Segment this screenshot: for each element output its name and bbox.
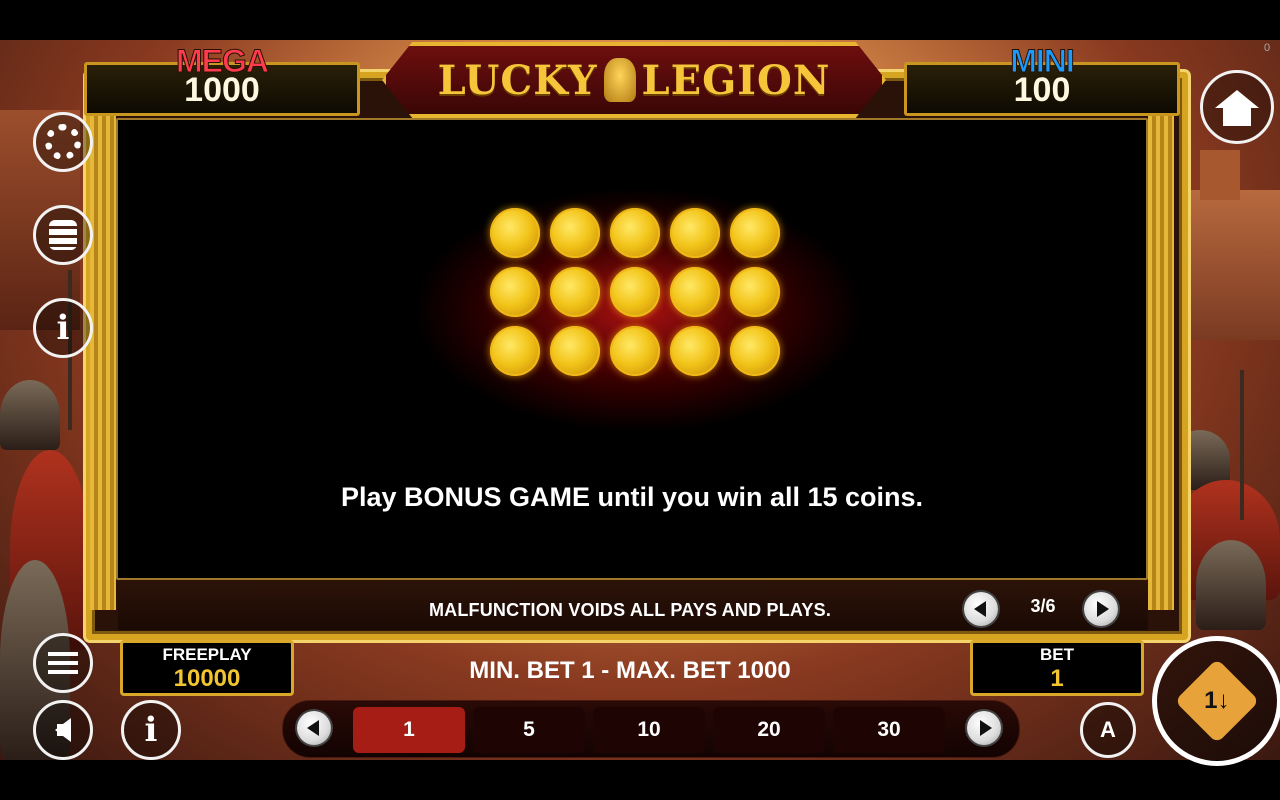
- menu-button[interactable]: [33, 633, 93, 693]
- bet-stack-button[interactable]: [33, 205, 93, 265]
- malfunction-disclaimer: MALFUNCTION VOIDS ALL PAYS AND PLAYS.: [428, 600, 832, 620]
- bet-option[interactable]: 1: [353, 707, 465, 753]
- frame-pillar-left: [90, 90, 116, 610]
- help-dialog: Play BONUS GAME until you win all 15 coi…: [116, 118, 1148, 580]
- coin-icon: [490, 326, 540, 376]
- frame-pillar-right: [1148, 90, 1174, 610]
- background-spear: [1240, 370, 1244, 520]
- freeplay-panel: FREEPLAY 10000: [120, 640, 294, 696]
- home-icon: [1215, 90, 1259, 126]
- paytable-info-button[interactable]: i: [121, 700, 181, 760]
- coin-icon: [490, 267, 540, 317]
- logo-text-right: LEGION: [641, 56, 831, 104]
- coin-icon: [610, 208, 660, 258]
- spin-button[interactable]: 1↓: [1152, 636, 1280, 766]
- game-logo: LUCKY LEGION: [382, 42, 886, 118]
- coin-icon: [730, 326, 780, 376]
- freeplay-value: 10000: [173, 665, 241, 692]
- eagle-icon: [603, 58, 636, 102]
- help-description: Play BONUS GAME until you win all 15 coi…: [340, 482, 924, 512]
- coin-icon: [670, 326, 720, 376]
- home-button[interactable]: [1200, 70, 1274, 144]
- bet-option[interactable]: 30: [833, 707, 945, 753]
- coin-icon: [730, 208, 780, 258]
- spin-icon: 1↓: [1174, 658, 1260, 744]
- bet-value: 1: [1050, 665, 1064, 692]
- autoplay-icon: A: [1100, 717, 1116, 742]
- logo-text-left: LUCKY: [437, 56, 598, 104]
- chevron-left-icon: [973, 601, 986, 617]
- coin-icon: [490, 208, 540, 258]
- autoplay-button[interactable]: A: [1080, 702, 1136, 758]
- menu-icon: [48, 652, 78, 674]
- chevron-left-icon: [306, 720, 319, 736]
- coin-icon: [670, 208, 720, 258]
- chevron-right-icon: [979, 720, 992, 736]
- bet-next-button[interactable]: [967, 711, 1001, 745]
- help-page-navigation: 3/6: [962, 590, 1124, 628]
- bet-selector: 1 5 10 20 30: [282, 700, 1020, 758]
- coin-icon: [610, 326, 660, 376]
- coin-icon: [730, 267, 780, 317]
- info-icon: i: [144, 710, 158, 750]
- prev-page-button[interactable]: [964, 592, 998, 626]
- bet-option[interactable]: 5: [473, 707, 585, 753]
- bet-limits: MIN. BET 1 - MAX. BET 1000: [469, 657, 791, 684]
- spin-label: 1↓: [1204, 686, 1230, 714]
- sound-icon: [55, 718, 71, 742]
- coin-icon: [550, 208, 600, 258]
- background-soldier: [0, 380, 60, 450]
- next-page-button[interactable]: [1084, 592, 1118, 626]
- info-icon: i: [56, 308, 70, 348]
- coin-icon: [670, 267, 720, 317]
- settings-button[interactable]: [33, 112, 93, 172]
- freeplay-label: FREEPLAY: [162, 645, 252, 664]
- sound-button[interactable]: [33, 700, 93, 760]
- mega-jackpot-value: 1000: [184, 71, 260, 109]
- background-soldier: [1196, 540, 1266, 630]
- coin-stack-icon: [49, 220, 77, 250]
- gear-icon: [45, 124, 81, 160]
- info-button[interactable]: i: [33, 298, 93, 358]
- mini-jackpot-value: 100: [1013, 71, 1071, 109]
- chevron-right-icon: [1096, 601, 1109, 617]
- bet-panel: BET 1: [970, 640, 1144, 696]
- coin-icon: [550, 326, 600, 376]
- page-indicator: 3/6: [1030, 596, 1056, 616]
- coin-icon: [610, 267, 660, 317]
- mega-jackpot-panel: MEGA 1000: [84, 43, 360, 116]
- bet-option[interactable]: 10: [593, 707, 705, 753]
- mini-jackpot-panel: MINI 100: [904, 43, 1180, 116]
- corner-mark: 0: [1264, 42, 1271, 54]
- bet-label: BET: [1040, 645, 1074, 664]
- bet-option[interactable]: 20: [713, 707, 825, 753]
- coin-icon: [550, 267, 600, 317]
- bet-prev-button[interactable]: [297, 711, 331, 745]
- bonus-coins-grid: [490, 208, 780, 376]
